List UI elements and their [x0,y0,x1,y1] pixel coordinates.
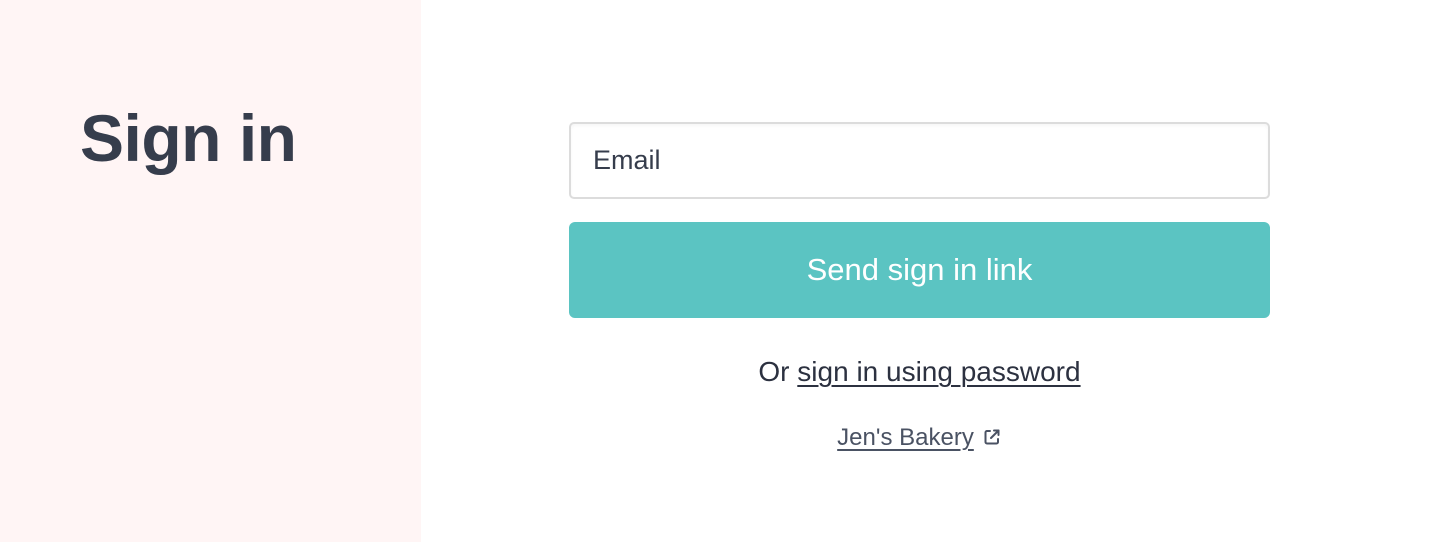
alternate-sign-in-prefix: Or [758,356,798,387]
sign-in-page: Sign in Send sign in link Or sign in usi… [0,0,1440,542]
shop-link[interactable]: Jen's Bakery [837,424,974,451]
external-link-icon[interactable] [982,427,1002,447]
email-field[interactable] [569,122,1270,199]
side-panel: Sign in [0,0,421,542]
shop-link-row: Jen's Bakery [569,423,1270,453]
sign-in-using-password-link[interactable]: sign in using password [797,356,1080,387]
sign-in-form: Send sign in link Or sign in using passw… [569,122,1270,453]
send-sign-in-link-button[interactable]: Send sign in link [569,222,1270,318]
page-title: Sign in [80,101,297,175]
shop-link-label: Jen's Bakery [837,424,974,451]
alternate-sign-in-text: Or sign in using password [569,354,1270,390]
